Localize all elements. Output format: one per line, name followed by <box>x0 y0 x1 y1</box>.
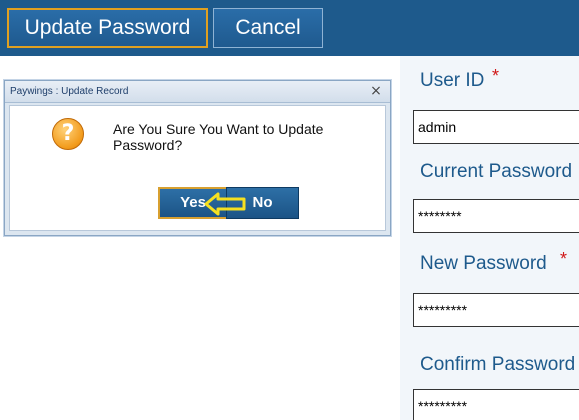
update-password-button[interactable]: Update Password <box>7 8 208 48</box>
dialog-body: ? Are You Sure You Want to Update Passwo… <box>9 105 386 231</box>
question-icon: ? <box>52 118 84 150</box>
confirm-dialog: Paywings : Update Record × ? Are You Sur… <box>4 80 391 236</box>
no-button[interactable]: No <box>226 187 299 219</box>
page: Update Password Cancel User ID * admin C… <box>0 0 579 420</box>
top-toolbar: Update Password Cancel <box>0 0 579 56</box>
user-id-label-text: User ID <box>420 70 485 91</box>
current-password-field[interactable]: ******** <box>413 199 579 233</box>
new-password-label-text: New Password <box>420 253 547 274</box>
current-password-label: Current Password <box>420 161 573 182</box>
confirm-password-label: Confirm Password <box>420 354 576 375</box>
dialog-title: Paywings : Update Record <box>10 86 129 97</box>
new-password-label: New Password * <box>420 249 567 275</box>
confirm-password-field[interactable]: ********* <box>413 389 579 420</box>
user-id-label: User ID * <box>420 66 499 92</box>
dialog-message: Are You Sure You Want to Update Password… <box>113 121 324 153</box>
cancel-button[interactable]: Cancel <box>213 8 323 48</box>
yes-button[interactable]: Yes <box>158 187 228 219</box>
close-icon[interactable]: × <box>368 83 384 99</box>
required-marker: * <box>492 66 500 86</box>
user-id-field[interactable]: admin <box>413 110 579 144</box>
dialog-titlebar: Paywings : Update Record × <box>5 81 390 103</box>
required-marker: * <box>560 249 568 269</box>
new-password-field[interactable]: ********* <box>413 293 579 327</box>
